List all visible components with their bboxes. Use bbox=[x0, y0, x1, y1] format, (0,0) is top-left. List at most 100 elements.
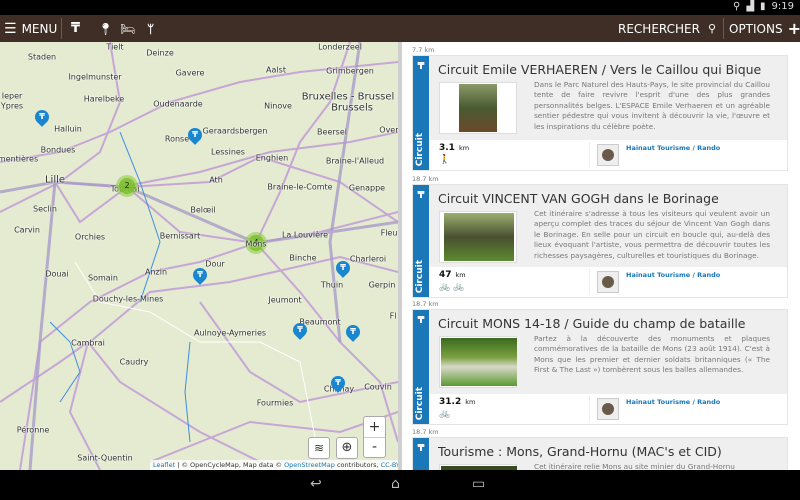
place-label: Fourmies bbox=[256, 398, 294, 408]
place-label: Bruxelles - Brussel bbox=[301, 91, 395, 103]
place-label: Caudry bbox=[119, 357, 149, 367]
app-bar: ☰ MENU ₸ 📍︎ 🛏︎ ᛘ RECHERCHER ⚲ OPTIONS + bbox=[0, 15, 800, 57]
list-item[interactable]: ₸ Circuit Circuit VINCENT VAN GOGH dans l… bbox=[412, 184, 788, 298]
circuit-marker[interactable]: ₸ bbox=[333, 258, 353, 278]
item-title: Circuit Emile VERHAEREN / Vers le Caillo… bbox=[438, 62, 762, 77]
circuit-icon: ₸ bbox=[197, 270, 203, 279]
tab-hotels[interactable]: 🛏︎ bbox=[120, 15, 135, 42]
item-footer: 47 km 🚲 🚲 Hainaut Tourisme / Rando bbox=[429, 267, 787, 297]
place-label: Bondues bbox=[40, 145, 76, 155]
recents-button[interactable]: ▭ bbox=[472, 476, 485, 492]
circuit-icon: ₸ bbox=[350, 327, 356, 336]
place-label: Braine-le-Comte bbox=[267, 182, 333, 192]
item-description: Dans le Parc Naturel des Hauts-Pays, le … bbox=[534, 80, 770, 131]
tab-restaurants[interactable]: ᛘ bbox=[147, 15, 154, 42]
place-label: Halluin bbox=[54, 124, 82, 134]
list-item[interactable]: ₸ Circuit Circuit MONS 14-18 / Guide du c… bbox=[412, 309, 788, 425]
place-label: Aalst bbox=[266, 65, 286, 75]
plus-icon: + bbox=[787, 19, 800, 38]
map-view[interactable]: Staden Tielt Deinze Londerzeel Ingelmuns… bbox=[0, 42, 398, 470]
circuit-icon: ₸ bbox=[71, 21, 81, 36]
locate-button[interactable]: ⊕ bbox=[336, 437, 358, 459]
tab-poi[interactable]: 📍︎ bbox=[98, 15, 113, 42]
item-title: Circuit MONS 14-18 / Guide du champ de b… bbox=[438, 316, 746, 331]
distance-label: 18.7 km bbox=[412, 300, 439, 308]
circuit-icon: ₸ bbox=[417, 61, 425, 72]
circuit-icon: ₸ bbox=[297, 325, 303, 334]
system-nav-bar: ↩ ⌂ ▭ bbox=[0, 470, 800, 500]
place-label: Dour bbox=[205, 259, 225, 269]
place-label: Ypres bbox=[0, 101, 24, 111]
place-label: Genappe bbox=[348, 183, 386, 193]
organization-logo bbox=[597, 144, 619, 166]
place-label: Staden bbox=[27, 52, 57, 62]
place-label: Brussels bbox=[331, 102, 373, 114]
location-icon: ⚲ bbox=[732, 1, 741, 12]
item-description: Partez à la découverte des monuments et … bbox=[534, 334, 770, 375]
place-label: Londerzeel bbox=[318, 42, 362, 52]
place-label: Douai bbox=[45, 269, 69, 279]
organization-link[interactable]: Hainaut Tourisme / Rando bbox=[626, 144, 720, 152]
item-title: Tourisme : Mons, Grand-Hornu (MAC's et C… bbox=[438, 444, 722, 459]
organization-link[interactable]: Hainaut Tourisme / Rando bbox=[626, 271, 720, 279]
place-label: Ingelmunster bbox=[68, 72, 122, 82]
leaflet-link[interactable]: Leaflet bbox=[153, 461, 175, 469]
place-label: Braine-l'Alleud bbox=[325, 156, 385, 166]
place-label: Oudenaarde bbox=[153, 99, 203, 109]
place-label: Jeumont bbox=[268, 295, 302, 305]
back-button[interactable]: ↩ bbox=[310, 476, 322, 492]
type-stripe: ₸ Circuit bbox=[413, 185, 429, 297]
place-label: Cambrai bbox=[71, 338, 105, 348]
place-label: Geraardsbergen bbox=[202, 126, 268, 136]
place-label: La Louvière bbox=[281, 230, 329, 240]
map-attribution: Leaflet | © OpenCycleMap, Map data © Ope… bbox=[150, 460, 398, 470]
zoom-in-button[interactable]: + bbox=[364, 417, 385, 438]
circuit-icon: ₸ bbox=[340, 263, 346, 272]
circuit-marker[interactable]: ₸ bbox=[32, 107, 52, 127]
circuit-marker[interactable]: ₸ bbox=[185, 125, 205, 145]
organization-link[interactable]: Hainaut Tourisme / Rando bbox=[626, 398, 720, 406]
osm-link[interactable]: OpenStreetMap bbox=[284, 461, 335, 469]
place-label: Beersel bbox=[317, 127, 347, 137]
place-label: Lille bbox=[44, 174, 66, 186]
tab-circuits[interactable]: ₸ bbox=[71, 15, 80, 42]
zoom-out-button[interactable]: - bbox=[364, 438, 385, 458]
circuit-marker[interactable]: ₸ bbox=[190, 265, 210, 285]
circuit-icon: ₸ bbox=[417, 315, 425, 326]
walking-icon: 🚶 bbox=[439, 155, 451, 165]
place-label: Carvin bbox=[14, 225, 40, 235]
bicycle-icon: 🚲 bbox=[439, 409, 451, 419]
battery-icon: ▮ bbox=[760, 1, 766, 12]
bicycle-icon: 🚲 🚲 bbox=[439, 282, 465, 292]
place-label: Belœil bbox=[190, 205, 216, 215]
item-description: Cet itinéraire relie Mons au site minier… bbox=[534, 462, 735, 470]
circuit-icon: ₸ bbox=[39, 112, 45, 121]
license-link[interactable]: CC-BY-SA bbox=[381, 461, 398, 469]
marker-cluster[interactable]: 2 bbox=[116, 175, 138, 197]
circuit-list[interactable]: 7.7 km ₸ Circuit Circuit Emile VERHAEREN … bbox=[402, 42, 800, 470]
restaurant-icon: ᛘ bbox=[147, 21, 155, 36]
item-thumbnail bbox=[439, 82, 517, 134]
place-label: Binche bbox=[289, 253, 317, 263]
menu-button[interactable]: ☰ MENU bbox=[4, 15, 57, 42]
place-label: Couvin bbox=[364, 382, 392, 392]
circuit-icon: ₸ bbox=[417, 443, 425, 454]
search-button[interactable]: RECHERCHER ⚲ bbox=[618, 15, 716, 42]
options-button[interactable]: OPTIONS + bbox=[729, 15, 800, 42]
place-label: Bernissart bbox=[159, 231, 201, 241]
organization-logo bbox=[597, 398, 619, 420]
circuit-marker[interactable]: ₸ bbox=[328, 373, 348, 393]
circuit-marker[interactable]: ₸ bbox=[290, 320, 310, 340]
layers-button[interactable]: ≋ bbox=[308, 437, 330, 459]
circuit-marker[interactable]: ₸ bbox=[343, 322, 363, 342]
place-label: Overi bbox=[379, 125, 398, 135]
status-bar: ⚲ ▟ ▮ 9:19 bbox=[0, 0, 800, 15]
place-label: Harelbeke bbox=[83, 94, 125, 104]
home-button[interactable]: ⌂ bbox=[391, 476, 400, 492]
list-item[interactable]: ₸ Circuit Circuit Emile VERHAEREN / Vers … bbox=[412, 55, 788, 171]
item-length: 3.1 bbox=[439, 143, 455, 153]
circuit-icon: ₸ bbox=[335, 378, 341, 387]
place-label: Péronne bbox=[16, 425, 50, 435]
list-item[interactable]: ₸ Tourisme : Mons, Grand-Hornu (MAC's et… bbox=[412, 437, 788, 470]
place-label: Mons bbox=[245, 239, 267, 249]
